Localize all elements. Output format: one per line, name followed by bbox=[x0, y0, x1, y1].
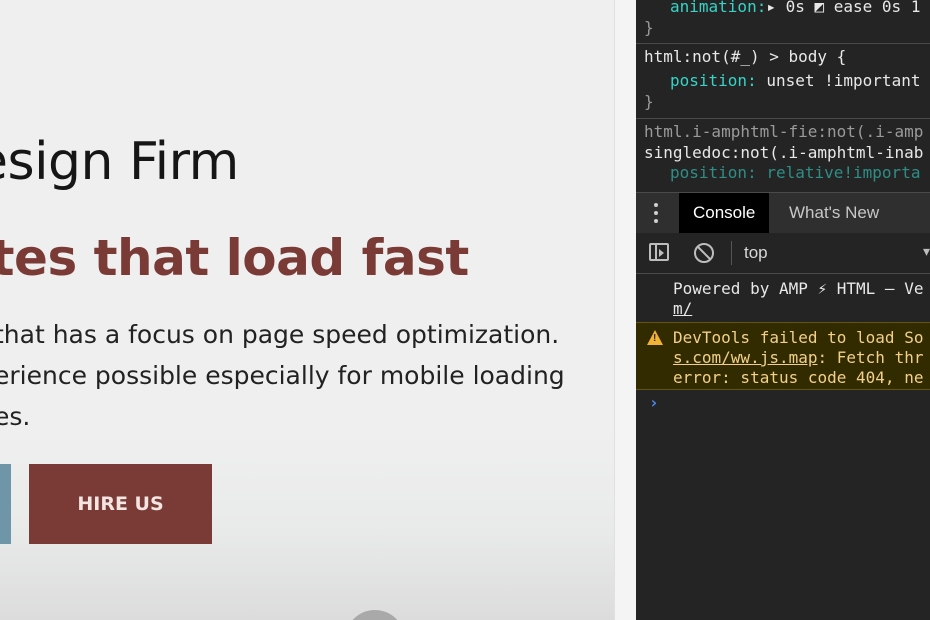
description-line: that has a focus on page speed optimizat… bbox=[0, 320, 560, 349]
css-property[interactable]: animation: bbox=[670, 0, 766, 16]
hero-tagline: ites that load fast bbox=[0, 229, 469, 287]
devtools-panel: animation:▸ 0s ◩ ease 0s 1 } html:not(#_… bbox=[636, 0, 930, 620]
console-prompt[interactable]: › bbox=[649, 393, 659, 412]
clear-console-icon[interactable] bbox=[694, 243, 714, 263]
tab-console[interactable]: Console bbox=[679, 193, 770, 233]
sidebar-toggle-icon[interactable] bbox=[649, 243, 669, 261]
drawer-tabbar: Console What's New bbox=[636, 192, 930, 234]
hire-us-button[interactable]: HIRE US bbox=[29, 464, 212, 544]
log-link[interactable]: m/ bbox=[673, 299, 692, 318]
tab-whats-new[interactable]: What's New bbox=[775, 193, 893, 233]
css-selector[interactable]: html:not(#_) > body { bbox=[644, 47, 846, 66]
description-line: erience possible especially for mobile l… bbox=[0, 361, 565, 390]
chevron-down-icon[interactable]: ▾ bbox=[923, 243, 930, 260]
hero-description: that has a focus on page speed optimizat… bbox=[0, 314, 614, 437]
warning-text-line: s.com/ww.js.map: Fetch thr bbox=[673, 348, 923, 367]
hero-image-partial bbox=[345, 610, 405, 620]
secondary-cta-button[interactable] bbox=[0, 464, 11, 544]
warning-text-rest: : Fetch thr bbox=[817, 348, 924, 367]
style-rule-animation: animation:▸ 0s ◩ ease 0s 1 bbox=[644, 0, 920, 16]
rule-separator bbox=[636, 43, 930, 44]
log-text-line: Powered by AMP ⚡ HTML — Ve bbox=[673, 279, 924, 298]
warning-text-line: DevTools failed to load So bbox=[673, 328, 924, 347]
warning-sourcemap-link[interactable]: s.com/ww.js.map bbox=[673, 348, 818, 367]
console-log-message: Powered by AMP ⚡ HTML — Ve m/ bbox=[636, 276, 930, 323]
css-property-partial[interactable]: position: relative!importa bbox=[670, 163, 920, 182]
kebab-menu-icon[interactable] bbox=[654, 203, 658, 227]
context-selector[interactable]: top bbox=[744, 233, 768, 273]
css-value[interactable]: unset !important bbox=[757, 71, 920, 90]
hero-heading: esign Firm bbox=[0, 132, 239, 192]
description-line: es. bbox=[0, 402, 31, 431]
css-property[interactable]: position: bbox=[670, 71, 757, 90]
css-selector[interactable]: html.i-amphtml-fie:not(.i-amp bbox=[644, 122, 923, 141]
warning-icon bbox=[647, 330, 663, 345]
website-viewport: esign Firm ites that load fast that has … bbox=[0, 0, 614, 620]
panel-divider[interactable] bbox=[614, 0, 637, 620]
style-rule-position: position: unset !important bbox=[644, 71, 920, 90]
rule-close-brace: } bbox=[644, 18, 654, 37]
console-toolbar: top ▾ bbox=[636, 233, 930, 274]
rule-close-brace: } bbox=[644, 92, 654, 111]
rule-separator bbox=[636, 118, 930, 119]
console-warning-message: DevTools failed to load So s.com/ww.js.m… bbox=[636, 322, 930, 390]
css-value[interactable]: ▸ 0s ◩ ease 0s 1 bbox=[766, 0, 920, 16]
warning-text-line: error: status code 404, ne bbox=[673, 368, 924, 387]
css-selector-continued[interactable]: singledoc:not(.i-amphtml-inab bbox=[644, 143, 923, 162]
toolbar-divider bbox=[731, 241, 732, 265]
